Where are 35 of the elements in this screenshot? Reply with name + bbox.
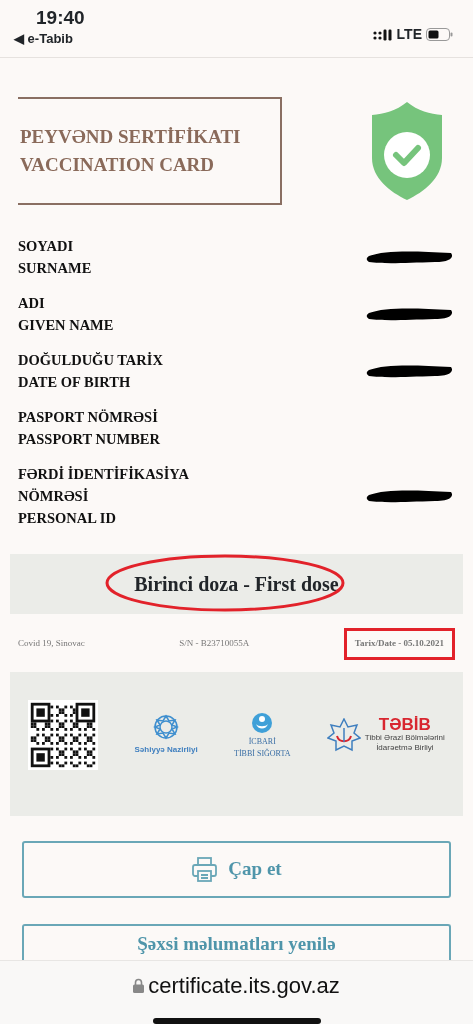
qr-code: [28, 699, 99, 770]
logo-text: İdarəetmə Birliyi: [376, 743, 434, 753]
emblem-icon: [251, 711, 274, 734]
field-label: FƏRDİ İDENTİFİKASİYA NÖMRƏSİ: [18, 465, 190, 506]
clock-time: 19:40: [36, 8, 85, 29]
logo-text: Səhiyyə Nazirliyi: [134, 743, 198, 756]
field-label: DOĞULDUĞU TARİX: [18, 351, 163, 370]
field-label: DATE OF BIRTH: [18, 373, 132, 392]
field-label: ADI: [18, 294, 46, 313]
back-link[interactable]: ◀ e-Tabib: [14, 28, 85, 49]
field-label: GIVEN NAME: [18, 316, 114, 335]
home-indicator[interactable]: [152, 1018, 321, 1024]
shield-check-icon: [372, 102, 442, 200]
star-emblem-icon: [326, 717, 361, 752]
serial-number: S/N - B23710055A: [179, 637, 250, 650]
network-label: LTE: [396, 25, 422, 44]
printer-icon: [191, 855, 219, 883]
battery-icon: [426, 28, 453, 41]
logo-text: TƏBİB: [378, 716, 431, 734]
field-label: PASSPORT NUMBER: [18, 430, 160, 449]
certificate-title: PEYVƏND SERTİFİKATI: [20, 124, 242, 149]
logo-text: İCBARİ: [248, 737, 276, 746]
url-text[interactable]: certificate.its.gov.az: [148, 969, 340, 1002]
field-label: PASPORT NÖMRƏSİ: [18, 408, 159, 427]
vaccine-name: Covid 19, Sinovac: [18, 637, 85, 650]
vaccination-date: Tarix/Date - 05.10.2021: [354, 638, 444, 648]
dose-status: Birinci doza - First dose: [134, 573, 339, 595]
emblem-icon: [153, 713, 180, 740]
signal-icon: [372, 28, 393, 41]
field-label: PERSONAL ID: [18, 509, 117, 528]
field-label: SURNAME: [18, 259, 92, 278]
certificate-title: VACCINATION CARD: [20, 153, 216, 177]
logo-text: Tibbi Ərazi Bölmələrini: [364, 733, 445, 743]
field-label: SOYADI: [18, 237, 75, 256]
logo-text: TİBBİ SIĞORTA: [234, 749, 291, 758]
